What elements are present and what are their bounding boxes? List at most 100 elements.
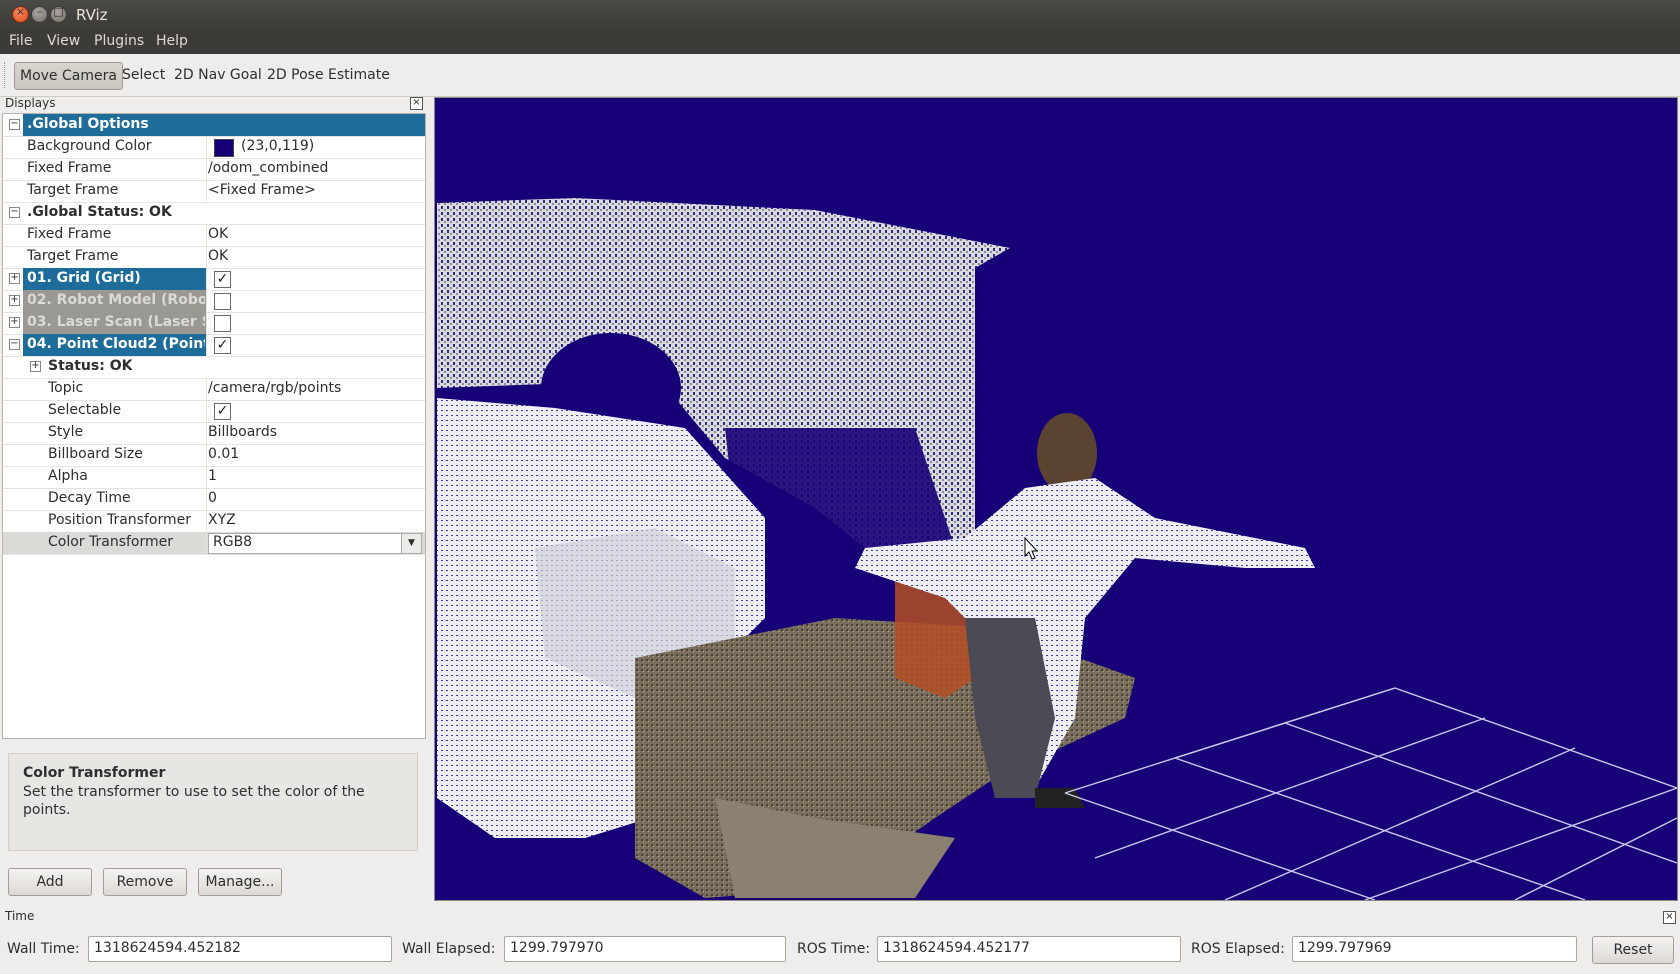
tree-row-global-options[interactable]: − .Global Options bbox=[3, 114, 425, 137]
time-title-label: Time bbox=[5, 909, 35, 923]
tree-row-position-transformer[interactable]: Position Transformer XYZ bbox=[3, 510, 425, 533]
tree-label: Fixed Frame bbox=[27, 226, 112, 242]
tree-label: Background Color bbox=[27, 138, 152, 154]
tree-value: <Fixed Frame> bbox=[208, 182, 316, 198]
tree-row-target-frame[interactable]: Target Frame <Fixed Frame> bbox=[3, 180, 425, 203]
tree-value: XYZ bbox=[208, 512, 236, 528]
tree-row-global-status[interactable]: − .Global Status: OK bbox=[3, 202, 425, 225]
title-bar: × – □ RViz bbox=[0, 0, 1680, 29]
select-tool[interactable]: Select bbox=[117, 62, 170, 88]
ros-elapsed-value: 1299.797969 bbox=[1298, 940, 1392, 956]
tree-row-grid[interactable]: + 01. Grid (Grid) ✓ bbox=[3, 268, 425, 291]
expand-icon[interactable]: + bbox=[30, 361, 41, 372]
tree-row-background-color[interactable]: Background Color (23,0,119) bbox=[3, 136, 425, 159]
point-cloud-render bbox=[437, 198, 1677, 900]
tree-row-fixed-frame[interactable]: Fixed Frame /odom_combined bbox=[3, 158, 425, 181]
tree-label: Position Transformer bbox=[48, 512, 191, 528]
menu-help[interactable]: Help bbox=[156, 33, 188, 49]
tool-bar: Move Camera Select 2D Nav Goal 2D Pose E… bbox=[0, 54, 1680, 97]
remove-display-button[interactable]: Remove bbox=[103, 868, 187, 896]
tree-label: Fixed Frame bbox=[27, 160, 112, 176]
tree-label: Style bbox=[48, 424, 84, 440]
tree-label: Target Frame bbox=[27, 248, 119, 264]
tree-label: Selectable bbox=[48, 402, 122, 418]
maximize-icon: □ bbox=[53, 5, 64, 18]
tree-row-decay-time[interactable]: Decay Time 0 bbox=[3, 488, 425, 511]
grid-display bbox=[1064, 687, 1677, 900]
selectable-checkbox[interactable]: ✓ bbox=[214, 403, 231, 420]
3d-render-viewport[interactable] bbox=[434, 97, 1678, 901]
ros-time-label: ROS Time: bbox=[797, 941, 871, 957]
tree-row-selectable[interactable]: Selectable ✓ bbox=[3, 400, 425, 423]
robot-model-enabled-checkbox[interactable] bbox=[214, 293, 231, 310]
tree-row-robot-model[interactable]: + 02. Robot Model (Robot M bbox=[3, 290, 425, 313]
tree-row-status-target-frame[interactable]: Target Frame OK bbox=[3, 246, 425, 269]
menu-file[interactable]: File bbox=[9, 33, 32, 49]
pose-estimate-tool[interactable]: 2D Pose Estimate bbox=[262, 62, 395, 88]
tree-value: OK bbox=[208, 248, 229, 264]
select-value: RGB8 bbox=[213, 534, 253, 550]
tree-label: 04. Point Cloud2 (Point Cl bbox=[27, 336, 205, 352]
toolbar-grip[interactable] bbox=[4, 62, 8, 88]
grid-enabled-checkbox[interactable]: ✓ bbox=[214, 271, 231, 288]
wall-elapsed-value: 1299.797970 bbox=[510, 940, 604, 956]
color-swatch[interactable] bbox=[214, 139, 234, 157]
collapse-icon[interactable]: − bbox=[9, 207, 20, 218]
minimize-icon: – bbox=[36, 5, 43, 18]
close-icon: × bbox=[15, 5, 26, 18]
ros-elapsed-field[interactable]: 1299.797969 bbox=[1292, 936, 1577, 962]
tree-label: Target Frame bbox=[27, 182, 119, 198]
maximize-window-button[interactable]: □ bbox=[50, 5, 67, 23]
expand-icon[interactable]: + bbox=[9, 273, 20, 284]
wall-time-field[interactable]: 1318624594.452182 bbox=[88, 936, 392, 962]
laser-scan-enabled-checkbox[interactable] bbox=[214, 315, 231, 332]
displays-tree[interactable]: − .Global Options Background Color (23,0… bbox=[2, 113, 426, 739]
menu-plugins[interactable]: Plugins bbox=[94, 33, 144, 49]
tree-value: /camera/rgb/points bbox=[208, 380, 342, 396]
tree-row-style[interactable]: Style Billboards bbox=[3, 422, 425, 445]
tree-value: Billboards bbox=[208, 424, 277, 440]
menu-view[interactable]: View bbox=[47, 33, 80, 49]
move-camera-tool[interactable]: Move Camera bbox=[14, 62, 123, 90]
tree-row-pc-status[interactable]: + Status: OK bbox=[3, 356, 425, 379]
ros-time-value: 1318624594.452177 bbox=[883, 940, 1030, 956]
tree-value: 0.01 bbox=[208, 446, 240, 462]
add-display-button[interactable]: Add bbox=[8, 868, 92, 896]
point-cloud2-enabled-checkbox[interactable]: ✓ bbox=[214, 337, 231, 354]
wall-time-value: 1318624594.452182 bbox=[94, 940, 241, 956]
tree-value: OK bbox=[208, 226, 229, 242]
tree-row-point-cloud2[interactable]: − 04. Point Cloud2 (Point Cl ✓ bbox=[3, 334, 425, 357]
time-close-icon[interactable]: × bbox=[1663, 911, 1676, 924]
wall-elapsed-field[interactable]: 1299.797970 bbox=[504, 936, 786, 962]
reset-button[interactable]: Reset bbox=[1592, 936, 1674, 964]
collapse-icon[interactable]: − bbox=[9, 339, 20, 350]
tree-row-status-fixed-frame[interactable]: Fixed Frame OK bbox=[3, 224, 425, 247]
wall-time-label: Wall Time: bbox=[7, 941, 80, 957]
tree-value: (23,0,119) bbox=[241, 138, 315, 154]
close-window-button[interactable]: × bbox=[12, 5, 29, 23]
nav-goal-tool[interactable]: 2D Nav Goal bbox=[169, 62, 267, 88]
minimize-window-button[interactable]: – bbox=[31, 5, 48, 23]
description-title: Color Transformer bbox=[23, 765, 166, 781]
color-transformer-select[interactable]: RGB8 ▼ bbox=[208, 533, 422, 554]
expand-icon[interactable]: + bbox=[9, 317, 20, 328]
tree-label: Alpha bbox=[48, 468, 88, 484]
tree-row-laser-scan[interactable]: + 03. Laser Scan (Laser Scar bbox=[3, 312, 425, 335]
tree-label: Status: OK bbox=[48, 358, 133, 374]
wall-elapsed-label: Wall Elapsed: bbox=[402, 941, 496, 957]
collapse-icon[interactable]: − bbox=[9, 119, 20, 130]
chevron-down-icon[interactable]: ▼ bbox=[401, 534, 421, 553]
tree-row-alpha[interactable]: Alpha 1 bbox=[3, 466, 425, 489]
tree-value: /odom_combined bbox=[208, 160, 329, 176]
tree-row-color-transformer[interactable]: Color Transformer RGB8 ▼ bbox=[3, 532, 425, 555]
displays-close-icon[interactable]: × bbox=[410, 97, 423, 110]
tree-label: Topic bbox=[48, 380, 84, 396]
tree-label: 03. Laser Scan (Laser Scar bbox=[27, 314, 205, 330]
manage-displays-button[interactable]: Manage... bbox=[198, 868, 282, 896]
tree-row-topic[interactable]: Topic /camera/rgb/points bbox=[3, 378, 425, 401]
expand-icon[interactable]: + bbox=[9, 295, 20, 306]
ros-time-field[interactable]: 1318624594.452177 bbox=[877, 936, 1181, 962]
tree-value: 1 bbox=[208, 468, 217, 484]
menu-bar: File View Plugins Help bbox=[0, 29, 1680, 54]
tree-row-billboard-size[interactable]: Billboard Size 0.01 bbox=[3, 444, 425, 467]
